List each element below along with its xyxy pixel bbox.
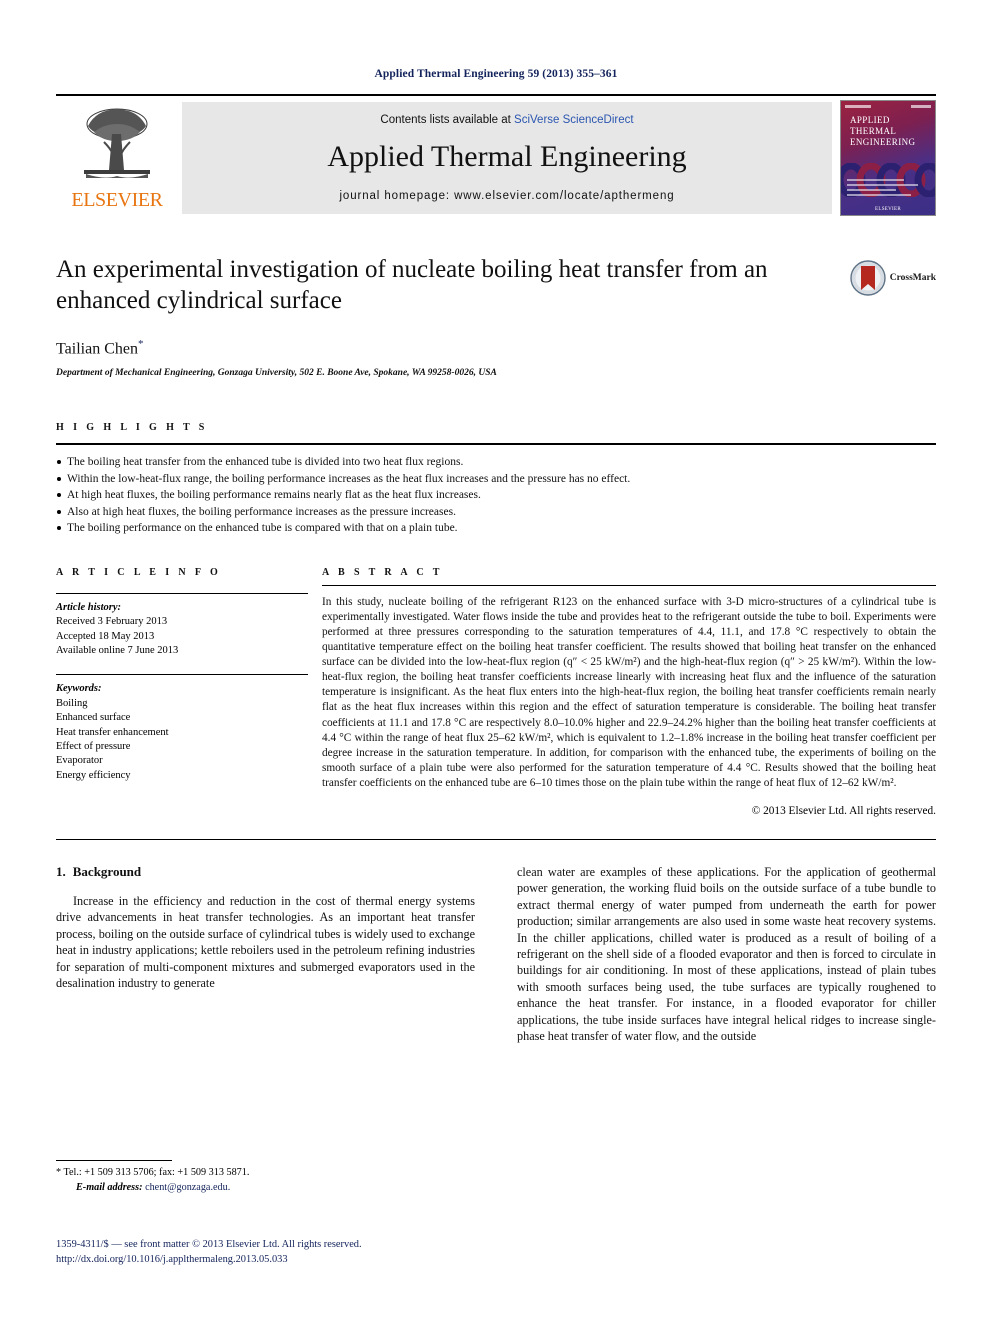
paper-page: Applied Thermal Engineering 59 (2013) 35… <box>0 0 992 1323</box>
issn-copyright-line: 1359-4311/$ — see front matter © 2013 El… <box>56 1239 362 1250</box>
footnote-marker: * <box>56 1167 62 1178</box>
author-footnote-marker[interactable]: * <box>138 338 144 350</box>
author-name-text: Tailian Chen <box>56 340 138 358</box>
abstract-column: A B S T R A C T In this study, nucleate … <box>322 567 936 817</box>
crossmark-icon <box>850 260 886 296</box>
article-history-received: Received 3 February 2013 <box>56 616 168 628</box>
article-history-accepted: Accepted 18 May 2013 <box>56 630 155 642</box>
page-footer: 1359-4311/$ — see front matter © 2013 El… <box>56 1238 476 1267</box>
cover-title-line-1: APPLIED <box>850 115 890 125</box>
highlights-heading: H I G H L I G H T S <box>56 422 208 434</box>
keyword-item: Enhanced surface <box>56 712 131 724</box>
keyword-item: Energy efficiency <box>56 769 131 781</box>
body-separator-rule <box>56 839 936 841</box>
cover-title-line-3: ENGINEERING <box>850 137 916 147</box>
section-title: Background <box>72 864 142 880</box>
sciencedirect-link[interactable]: SciVerse ScienceDirect <box>514 114 634 126</box>
abstract-heading: A B S T R A C T <box>322 566 443 578</box>
cover-title: APPLIED THERMAL ENGINEERING <box>850 115 915 148</box>
body-paragraph: clean water are examples of these applic… <box>517 865 936 1044</box>
abstract-body: In this study, nucleate boiling of the r… <box>322 595 936 791</box>
body-column-right: clean water are examples of these applic… <box>517 864 936 1044</box>
keywords-group: Keywords: Boiling Enhanced surface Heat … <box>56 675 308 791</box>
section-heading-background: 1. Background <box>56 864 475 880</box>
cover-publisher-badge: ELSEVIER <box>874 207 902 212</box>
body-column-left: 1. Background Increase in the efficiency … <box>56 864 475 1044</box>
body-columns: 1. Background Increase in the efficiency … <box>56 864 936 1044</box>
crossmark-badge[interactable]: CrossMark <box>840 254 936 296</box>
article-info-heading: A R T I C L E I N F O <box>56 566 222 578</box>
elsevier-wordmark: ELSEVIER <box>71 189 163 211</box>
abstract-paragraph: In this study, nucleate boiling of the r… <box>322 595 936 789</box>
keyword-item: Boiling <box>56 697 88 709</box>
keyword-item: Heat transfer enhancement <box>56 726 169 738</box>
author-name: Tailian Chen* <box>56 338 936 358</box>
article-history-online: Available online 7 June 2013 <box>56 645 179 657</box>
author-affiliation: Department of Mechanical Engineering, Go… <box>56 368 497 379</box>
article-history-group: Article history: Received 3 February 201… <box>56 594 308 667</box>
body-paragraph: Increase in the efficiency and reduction… <box>56 894 475 991</box>
journal-cover-thumbnail: APPLIED THERMAL ENGINEERING ELSEVIER <box>840 100 936 216</box>
keyword-item: Evaporator <box>56 755 103 767</box>
abstract-rule <box>322 584 936 586</box>
cover-title-line-2: THERMAL <box>850 126 897 136</box>
masthead-center-panel: Contents lists available at SciVerse Sci… <box>182 102 832 214</box>
journal-title: Applied Thermal Engineering <box>327 139 687 173</box>
title-text-wrap: An experimental investigation of nucleat… <box>56 254 840 316</box>
journal-homepage-link[interactable]: journal homepage: www.elsevier.com/locat… <box>339 190 674 202</box>
title-block: An experimental investigation of nucleat… <box>56 254 936 316</box>
list-item: Within the low-heat-flux range, the boil… <box>56 471 936 488</box>
highlights-list: The boiling heat transfer from the enhan… <box>56 445 936 537</box>
list-item: The boiling heat transfer from the enhan… <box>56 454 936 471</box>
elsevier-tree-icon <box>84 108 150 178</box>
footnote-rule <box>56 1160 172 1161</box>
keywords-title: Keywords: <box>56 683 102 695</box>
journal-masthead: ELSEVIER Contents lists available at Sci… <box>56 94 936 220</box>
contents-prefix: Contents lists available at <box>380 113 515 126</box>
section-number: 1. <box>56 864 66 880</box>
abstract-copyright: © 2013 Elsevier Ltd. All rights reserved… <box>751 805 936 818</box>
list-item: At high heat fluxes, the boiling perform… <box>56 487 936 504</box>
info-and-abstract: A R T I C L E I N F O Article history: R… <box>56 567 936 817</box>
list-item: The boiling performance on the enhanced … <box>56 520 936 537</box>
article-info-column: A R T I C L E I N F O Article history: R… <box>56 567 322 817</box>
list-item: Also at high heat fluxes, the boiling pe… <box>56 504 936 521</box>
highlights-section: H I G H L I G H T S The boiling heat tra… <box>56 422 936 537</box>
cover-top-bar <box>845 104 931 109</box>
article-history-title: Article history: <box>56 601 122 613</box>
doi-link[interactable]: http://dx.doi.org/10.1016/j.applthermale… <box>56 1253 476 1268</box>
email-label: E-mail address: <box>76 1181 143 1193</box>
contents-available-line: Contents lists available at SciVerse Sci… <box>380 114 633 126</box>
email-link[interactable]: chent@gonzaga.edu. <box>145 1182 230 1193</box>
keyword-item: Effect of pressure <box>56 741 131 753</box>
elsevier-logo: ELSEVIER <box>56 96 178 220</box>
cover-footer-lines <box>847 179 929 199</box>
page-title: An experimental investigation of nucleat… <box>56 256 768 314</box>
crossmark-label: CrossMark <box>889 273 936 283</box>
footnote-email-line: E-mail address: chent@gonzaga.edu. <box>56 1181 456 1196</box>
footnote-contact-line: * Tel.: +1 509 313 5706; fax: +1 509 313… <box>56 1166 456 1181</box>
corresponding-author-footnote: * Tel.: +1 509 313 5706; fax: +1 509 313… <box>56 1160 456 1195</box>
footnote-contact: Tel.: +1 509 313 5706; fax: +1 509 313 5… <box>63 1167 250 1178</box>
running-head: Applied Thermal Engineering 59 (2013) 35… <box>374 68 618 80</box>
